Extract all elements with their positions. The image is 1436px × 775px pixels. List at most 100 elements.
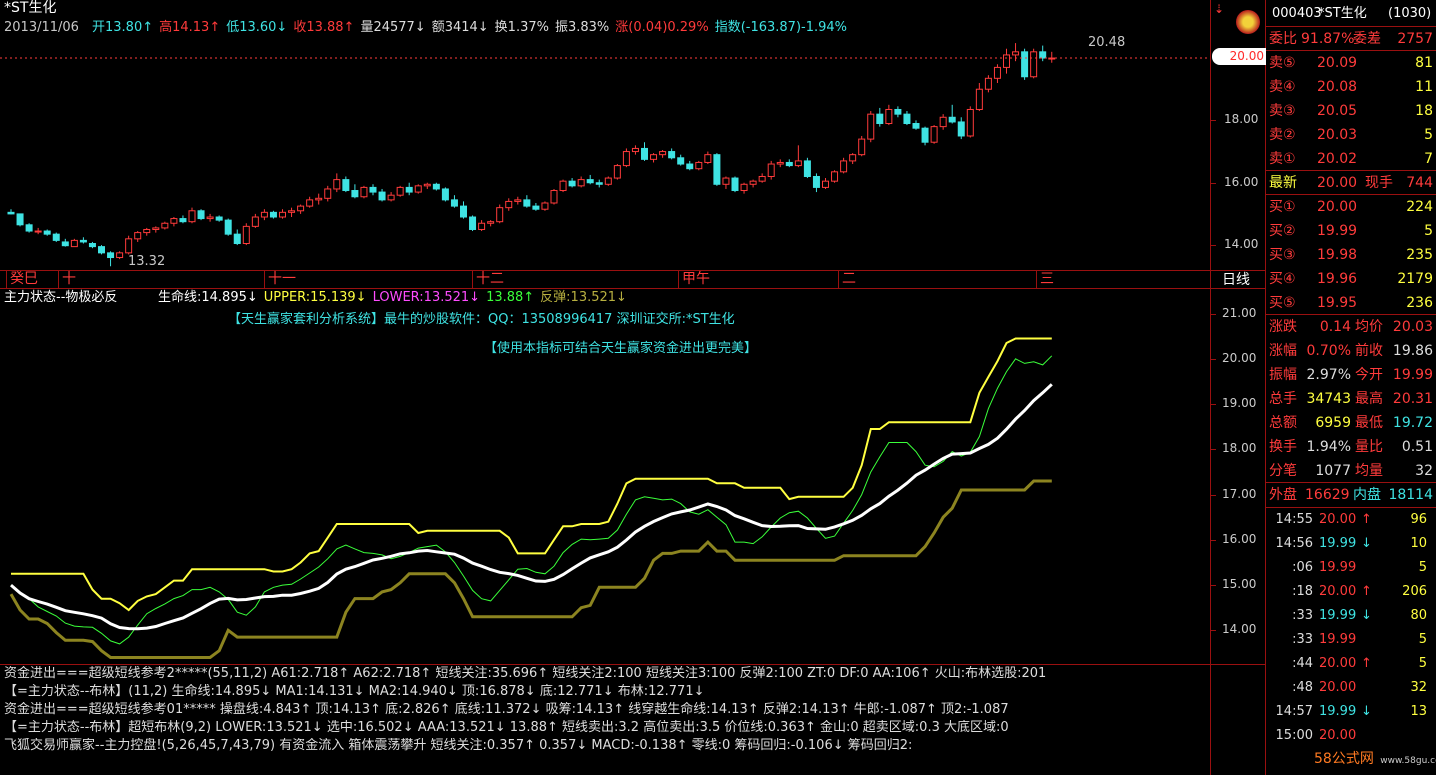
app-logo-icon bbox=[1236, 10, 1260, 34]
short-line bbox=[10, 355, 1053, 645]
sell-price: 20.05 bbox=[1317, 103, 1358, 119]
price-y-tick: 14.00 bbox=[1224, 237, 1259, 252]
stat-value: 6959 bbox=[1315, 415, 1351, 431]
stat-label: 总手 bbox=[1269, 391, 1297, 407]
candle-body bbox=[776, 161, 784, 165]
candle-body bbox=[360, 186, 368, 198]
candle-body bbox=[179, 218, 187, 223]
candle-body bbox=[52, 233, 60, 241]
candle-body bbox=[396, 186, 404, 196]
formula-row: 资金进出===超级短线参考2*****(55,11,2) A61:2.718↑ … bbox=[4, 666, 1047, 681]
stat-value: 20.03 bbox=[1392, 319, 1433, 335]
trade-volume: 80 bbox=[1410, 608, 1427, 623]
lower-band-line bbox=[9, 479, 1052, 659]
buy-volume: 236 bbox=[1406, 295, 1433, 311]
candle-body bbox=[70, 239, 78, 248]
candle-body bbox=[143, 228, 151, 234]
buy-label: 买③ bbox=[1269, 247, 1296, 263]
trade-arrow: ↓ bbox=[1361, 608, 1372, 623]
candle-body bbox=[378, 191, 386, 201]
trade-price: 20.00 bbox=[1319, 512, 1357, 527]
date-axis-label: 十一 bbox=[268, 271, 296, 287]
formula-row: 【=主力状态--布林】(11,2) 生命线:14.895↓ MA1:14.131… bbox=[4, 684, 705, 699]
period-label[interactable]: 日线 bbox=[1222, 272, 1250, 289]
trade-tick-row: :18 20.00 ↑ 206 bbox=[1267, 580, 1433, 604]
date-axis-label: 十二 bbox=[476, 271, 504, 287]
sell-label: 卖③ bbox=[1269, 103, 1296, 119]
sell-price: 20.08 bbox=[1317, 79, 1358, 95]
candle-body bbox=[224, 219, 232, 235]
stat-value: 0.51 bbox=[1401, 439, 1433, 455]
trade-tick-row: :33 19.99 5 bbox=[1267, 628, 1433, 652]
candle-body bbox=[34, 230, 42, 233]
stat-label: 最高 bbox=[1355, 391, 1383, 407]
buy-label: 买⑤ bbox=[1269, 295, 1296, 311]
candle-body bbox=[107, 252, 115, 259]
candle-body bbox=[188, 210, 196, 223]
indicator-line-chart bbox=[9, 337, 1053, 659]
sell-row: 卖② 20.03 5 bbox=[1267, 123, 1435, 147]
candle-body bbox=[894, 108, 902, 115]
window-minimize-icon[interactable]: ⇣ bbox=[1214, 2, 1224, 16]
candle-body bbox=[279, 211, 286, 218]
trade-price: 19.99 bbox=[1319, 632, 1357, 647]
candle-body bbox=[993, 66, 1001, 79]
sell-row: 卖① 20.02 7 bbox=[1267, 147, 1435, 171]
trade-tick-row: :33 19.99 ↓ 80 bbox=[1267, 604, 1433, 628]
candle-body bbox=[831, 171, 839, 182]
candle-body bbox=[758, 175, 766, 182]
candle-body bbox=[749, 180, 757, 185]
trade-volume: 5 bbox=[1418, 656, 1427, 671]
trade-time: :33 bbox=[1292, 632, 1313, 647]
watermark-logo: 58公式网 bbox=[1314, 751, 1374, 767]
candle-body bbox=[116, 252, 124, 259]
candle-body bbox=[604, 177, 612, 185]
candle-body bbox=[387, 194, 395, 201]
indicator-y-tick-mark bbox=[1210, 358, 1216, 360]
candle-body bbox=[876, 113, 884, 125]
candle-body bbox=[125, 238, 133, 254]
candle-body bbox=[460, 205, 467, 218]
buy-price: 19.96 bbox=[1317, 271, 1358, 287]
sell-label: 卖① bbox=[1269, 151, 1296, 167]
stat-label: 换手 bbox=[1269, 439, 1297, 455]
candle-body bbox=[197, 210, 205, 220]
formula-row: 资金进出===超级短线参考01***** 操盘线:4.843↑ 顶:14.13↑… bbox=[4, 702, 1009, 717]
date-axis-tick bbox=[838, 270, 839, 288]
trade-time: :48 bbox=[1292, 680, 1313, 695]
buy-volume: 224 bbox=[1406, 199, 1433, 215]
wb-value: 91.87% bbox=[1301, 31, 1355, 47]
candle-body bbox=[595, 182, 603, 185]
trade-price: 19.99 bbox=[1319, 560, 1357, 575]
wc-value: 2757 bbox=[1397, 31, 1433, 47]
indicator-y-tick-mark bbox=[1210, 494, 1216, 496]
stat-value: 1077 bbox=[1315, 463, 1351, 479]
price-chart-bottom-border bbox=[0, 270, 1266, 271]
candle-body bbox=[541, 202, 549, 210]
candle-body bbox=[767, 163, 775, 177]
date-axis-tick bbox=[472, 270, 473, 288]
trade-tick-row: 14:55 20.00 ↑ 96 bbox=[1267, 508, 1433, 532]
side-code: 000403 bbox=[1272, 6, 1322, 21]
candle-body bbox=[161, 222, 169, 229]
candle-body bbox=[930, 126, 938, 143]
candle-body bbox=[306, 199, 314, 207]
trade-time: :06 bbox=[1292, 560, 1313, 575]
price-y-tick-mark bbox=[1210, 120, 1216, 122]
hand-label: 现手 bbox=[1365, 175, 1393, 191]
indicator-y-tick: 18.00 bbox=[1222, 441, 1257, 456]
candle-body bbox=[333, 179, 341, 190]
indicator-y-tick-mark bbox=[1210, 539, 1216, 541]
trade-time: :33 bbox=[1292, 608, 1313, 623]
stat-value: 19.86 bbox=[1392, 343, 1433, 359]
candle-body bbox=[966, 108, 974, 137]
candle-body bbox=[532, 205, 540, 210]
order-imbalance-row: 委比 91.87% 委差 2757 bbox=[1267, 27, 1435, 51]
trade-tick-row: 14:57 19.99 ↓ 13 bbox=[1267, 700, 1433, 724]
trade-arrow: ↓ bbox=[1361, 704, 1372, 719]
xaxis-bottom-border bbox=[0, 288, 1266, 289]
price-y-tick: 16.00 bbox=[1224, 174, 1259, 189]
formula-row: 飞狐交易师赢家--主力控盘!(5,26,45,7,43,79) 有资金流入 箱体… bbox=[4, 738, 913, 753]
candle-body bbox=[88, 243, 96, 248]
candle-body bbox=[840, 160, 848, 173]
